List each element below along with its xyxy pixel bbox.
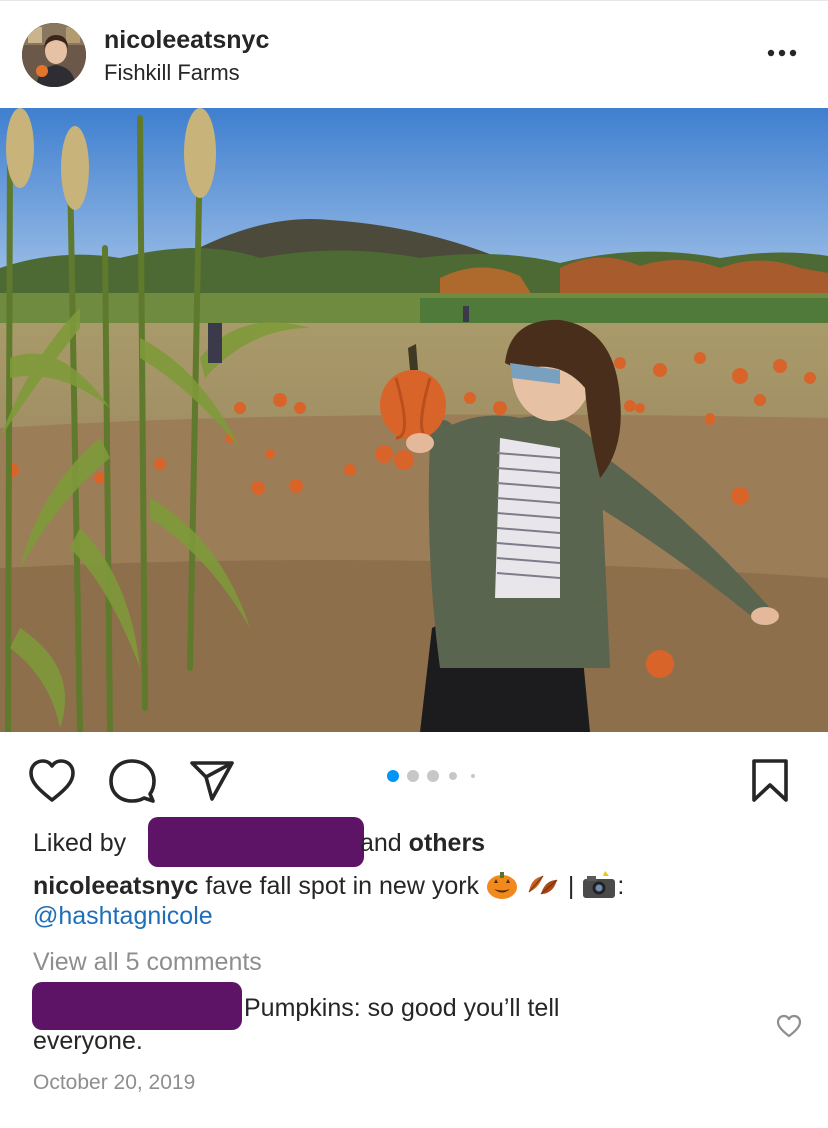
post-username[interactable]: nicoleeatsnyc (104, 26, 269, 55)
post-location[interactable]: Fishkill Farms (104, 60, 240, 86)
post-timestamp: October 20, 2019 (33, 1071, 196, 1094)
likes-summary: Liked by (33, 829, 126, 858)
comment-preview-line1: Pumpkins: so good you’ll tell (244, 994, 560, 1022)
likes-suffix[interactable]: and others (360, 829, 485, 858)
post-photo[interactable] (0, 108, 828, 732)
jack-o-lantern-icon (486, 870, 518, 907)
carousel-dot-active (387, 770, 399, 782)
caption-mention[interactable]: @hashtagnicole (33, 902, 213, 931)
more-options-icon[interactable] (764, 40, 804, 66)
like-heart-icon[interactable] (28, 758, 76, 804)
likes-and: and (360, 829, 402, 857)
caption-colon: : (617, 872, 625, 900)
caption-text: fave fall spot in new york (205, 872, 480, 900)
carousel-dot (427, 770, 439, 782)
avatar[interactable] (22, 23, 86, 87)
caption-separator: | (567, 872, 575, 900)
redacted-commenter (32, 982, 242, 1030)
carousel-dot (407, 770, 419, 782)
view-all-comments-link[interactable]: View all 5 comments (33, 948, 262, 977)
redacted-username (148, 817, 364, 867)
caption-username[interactable]: nicoleeatsnyc (33, 872, 198, 900)
save-bookmark-icon[interactable] (750, 758, 790, 804)
comment-bubble-icon[interactable] (108, 758, 156, 804)
camera-flash-icon (581, 870, 617, 907)
comment-preview-line2: everyone. (33, 1027, 143, 1055)
carousel-dot (449, 772, 457, 780)
post-header: nicoleeatsnyc Fishkill Farms (0, 0, 828, 108)
likes-others: others (408, 829, 486, 857)
avatar-image (22, 23, 86, 87)
likes-prefix: Liked by (33, 829, 127, 857)
carousel-dot (471, 774, 475, 778)
comment-like-heart-icon[interactable] (776, 1014, 802, 1038)
fallen-leaf-icon (525, 870, 561, 907)
share-send-icon[interactable] (188, 758, 236, 804)
